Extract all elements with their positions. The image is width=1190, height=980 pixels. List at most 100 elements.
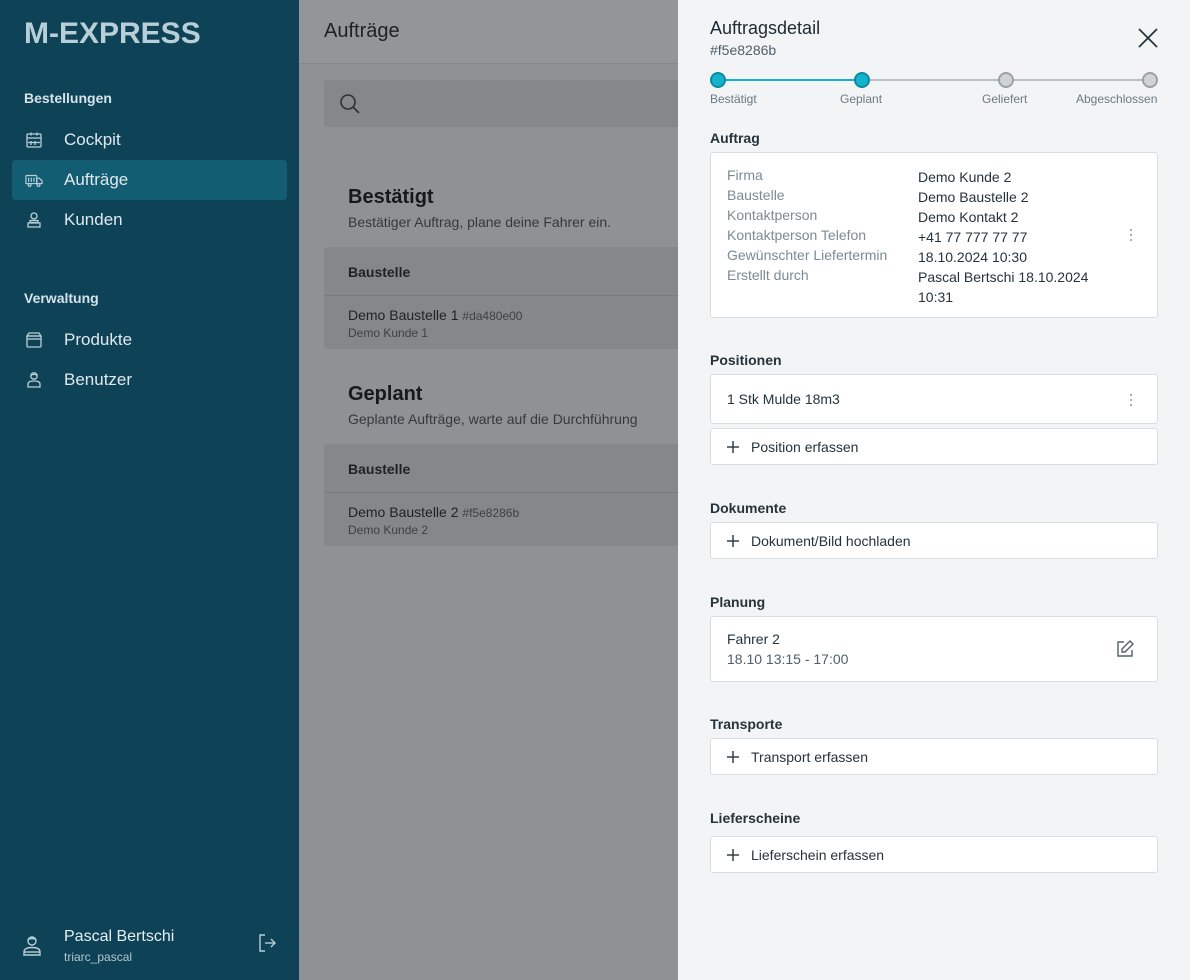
group-subtitle: Bestätiger Auftrag, plane deine Fahrer e… bbox=[348, 214, 612, 230]
sidebar-item-label: Aufträge bbox=[64, 170, 129, 189]
row-baustelle: Demo Baustelle 1 bbox=[348, 307, 459, 323]
step-line-done bbox=[718, 79, 862, 81]
planned-time: 18.10 13:15 - 17:00 bbox=[727, 651, 849, 667]
table-row[interactable]: Demo Baustelle 2 #f5e8286b bbox=[348, 504, 519, 520]
field-value: 18.10.2024 10:30 bbox=[918, 249, 1027, 265]
user-profile[interactable]: Pascal Bertschi triarc_pascal bbox=[20, 924, 280, 968]
field-key: Kontaktperson Telefon bbox=[727, 227, 867, 243]
nav-section-bestellungen: Bestellungen bbox=[24, 90, 112, 106]
order-id: #f5e8286b bbox=[710, 42, 777, 58]
sidebar-item-label: Benutzer bbox=[64, 370, 133, 389]
position-text: 1 Stk Mulde 18m3 bbox=[727, 391, 840, 407]
sidebar-item-cockpit[interactable]: Cockpit bbox=[12, 120, 287, 160]
column-header-baustelle: Baustelle bbox=[348, 461, 411, 477]
sidebar-item-auftraege[interactable]: Aufträge bbox=[12, 160, 287, 200]
user-name: Pascal Bertschi bbox=[64, 928, 175, 945]
field-key: Baustelle bbox=[727, 187, 785, 203]
sidebar-item-label: Produkte bbox=[64, 330, 133, 349]
main-content: Aufträge Bestätigt Bestätiger Auftrag, p… bbox=[299, 0, 678, 980]
row-baustelle: Demo Baustelle 2 bbox=[348, 504, 459, 520]
search-input[interactable] bbox=[324, 80, 678, 127]
nav-section-verwaltung: Verwaltung bbox=[24, 290, 99, 306]
group-subtitle: Geplante Aufträge, warte auf die Durchfü… bbox=[348, 411, 638, 427]
table-row[interactable]: Demo Baustelle 1 #da480e00 bbox=[348, 307, 522, 323]
main-header: Aufträge bbox=[299, 0, 678, 64]
section-title-dokumente: Dokumente bbox=[710, 500, 787, 516]
position-item[interactable]: 1 Stk Mulde 18m3 bbox=[710, 374, 1158, 424]
planning-card: Fahrer 2 18.10 13:15 - 17:00 bbox=[710, 616, 1158, 682]
user-icon bbox=[24, 370, 44, 390]
group-title-bestaetigt: Bestätigt bbox=[348, 186, 434, 208]
add-transport-button[interactable]: Transport erfassen bbox=[710, 738, 1158, 775]
row-hash: #da480e00 bbox=[462, 309, 523, 323]
step-label: Geplant bbox=[840, 92, 883, 106]
sidebar-item-label: Cockpit bbox=[64, 130, 121, 149]
field-key: Gewünschter Liefertermin bbox=[727, 247, 888, 263]
status-stepper: Bestätigt Geplant Geliefert Abgeschlosse… bbox=[710, 72, 1158, 112]
button-label: Dokument/Bild hochladen bbox=[751, 532, 911, 549]
button-label: Position erfassen bbox=[751, 438, 859, 455]
row-customer: Demo Kunde 1 bbox=[348, 326, 429, 340]
truck-icon bbox=[24, 170, 44, 190]
field-value: Demo Kontakt 2 bbox=[918, 209, 1019, 225]
field-key: Kontaktperson bbox=[727, 207, 818, 223]
add-position-button[interactable]: Position erfassen bbox=[710, 428, 1158, 465]
section-title-transporte: Transporte bbox=[710, 716, 783, 732]
order-info-card: Firma Demo Kunde 2 Baustelle Demo Bauste… bbox=[710, 152, 1158, 318]
orders-table-geplant: Baustelle Demo Baustelle 2 #f5e8286b Dem… bbox=[324, 444, 678, 546]
close-icon[interactable] bbox=[1136, 26, 1160, 50]
search-icon bbox=[340, 94, 360, 114]
planned-driver: Fahrer 2 bbox=[727, 631, 780, 647]
step-dot-abgeschlossen[interactable] bbox=[1142, 72, 1158, 88]
more-vertical-icon[interactable] bbox=[1123, 392, 1139, 408]
edit-icon[interactable] bbox=[1115, 639, 1135, 659]
section-title-planung: Planung bbox=[710, 594, 766, 610]
button-label: Transport erfassen bbox=[751, 748, 868, 765]
drawer-title: Auftragsdetail bbox=[710, 18, 821, 38]
page-title: Aufträge bbox=[324, 20, 400, 42]
group-title-geplant: Geplant bbox=[348, 383, 423, 405]
order-detail-drawer: Auftragsdetail #f5e8286b Bestätigt Gepla… bbox=[678, 0, 1190, 980]
more-vertical-icon[interactable] bbox=[1123, 227, 1139, 243]
section-title-auftrag: Auftrag bbox=[710, 130, 760, 146]
logo-text: M-EXPRESS bbox=[24, 17, 201, 50]
step-label: Abgeschlossen bbox=[1076, 92, 1158, 106]
divider bbox=[324, 295, 678, 296]
step-dot-bestaetigt[interactable] bbox=[710, 72, 726, 88]
divider bbox=[324, 492, 678, 493]
plus-icon bbox=[727, 534, 739, 547]
step-label: Geliefert bbox=[982, 92, 1028, 106]
field-value: Demo Kunde 2 bbox=[918, 169, 1012, 185]
sidebar-item-label: Kunden bbox=[64, 210, 123, 229]
step-dot-geliefert[interactable] bbox=[998, 72, 1014, 88]
step-dot-geplant[interactable] bbox=[854, 72, 870, 88]
orders-table-bestaetigt: Baustelle Demo Baustelle 1 #da480e00 Dem… bbox=[324, 247, 678, 349]
section-title-lieferscheine: Lieferscheine bbox=[710, 810, 801, 826]
add-delivery-note-button[interactable]: Lieferschein erfassen bbox=[710, 836, 1158, 873]
upload-document-button[interactable]: Dokument/Bild hochladen bbox=[710, 522, 1158, 559]
plus-icon bbox=[727, 848, 739, 861]
row-hash: #f5e8286b bbox=[462, 506, 520, 520]
plus-icon bbox=[727, 440, 739, 453]
plus-icon bbox=[727, 750, 739, 763]
logout-icon[interactable] bbox=[256, 932, 278, 954]
sidebar: M-EXPRESS Bestellungen Cockpit Aufträge … bbox=[0, 0, 299, 980]
user-avatar-icon bbox=[23, 936, 41, 956]
sidebar-item-kunden[interactable]: Kunden bbox=[12, 200, 287, 240]
row-customer: Demo Kunde 2 bbox=[348, 523, 429, 537]
field-value: +41 77 777 77 77 bbox=[918, 229, 1028, 245]
sidebar-item-produkte[interactable]: Produkte bbox=[12, 320, 287, 360]
step-label: Bestätigt bbox=[710, 92, 757, 106]
field-value: Pascal Bertschi 18.10.2024 10:31 bbox=[918, 269, 1089, 305]
m-express-logo[interactable]: M-EXPRESS bbox=[24, 16, 224, 50]
field-value: Demo Baustelle 2 bbox=[918, 189, 1029, 205]
section-title-positionen: Positionen bbox=[710, 352, 782, 368]
field-key: Erstellt durch bbox=[727, 267, 809, 283]
user-handle: triarc_pascal bbox=[64, 950, 133, 964]
column-header-baustelle: Baustelle bbox=[348, 264, 411, 280]
box-icon bbox=[24, 330, 44, 350]
sidebar-item-benutzer[interactable]: Benutzer bbox=[12, 360, 287, 400]
field-key: Firma bbox=[727, 167, 763, 183]
calendar-icon bbox=[24, 130, 44, 150]
person-icon bbox=[24, 210, 44, 230]
